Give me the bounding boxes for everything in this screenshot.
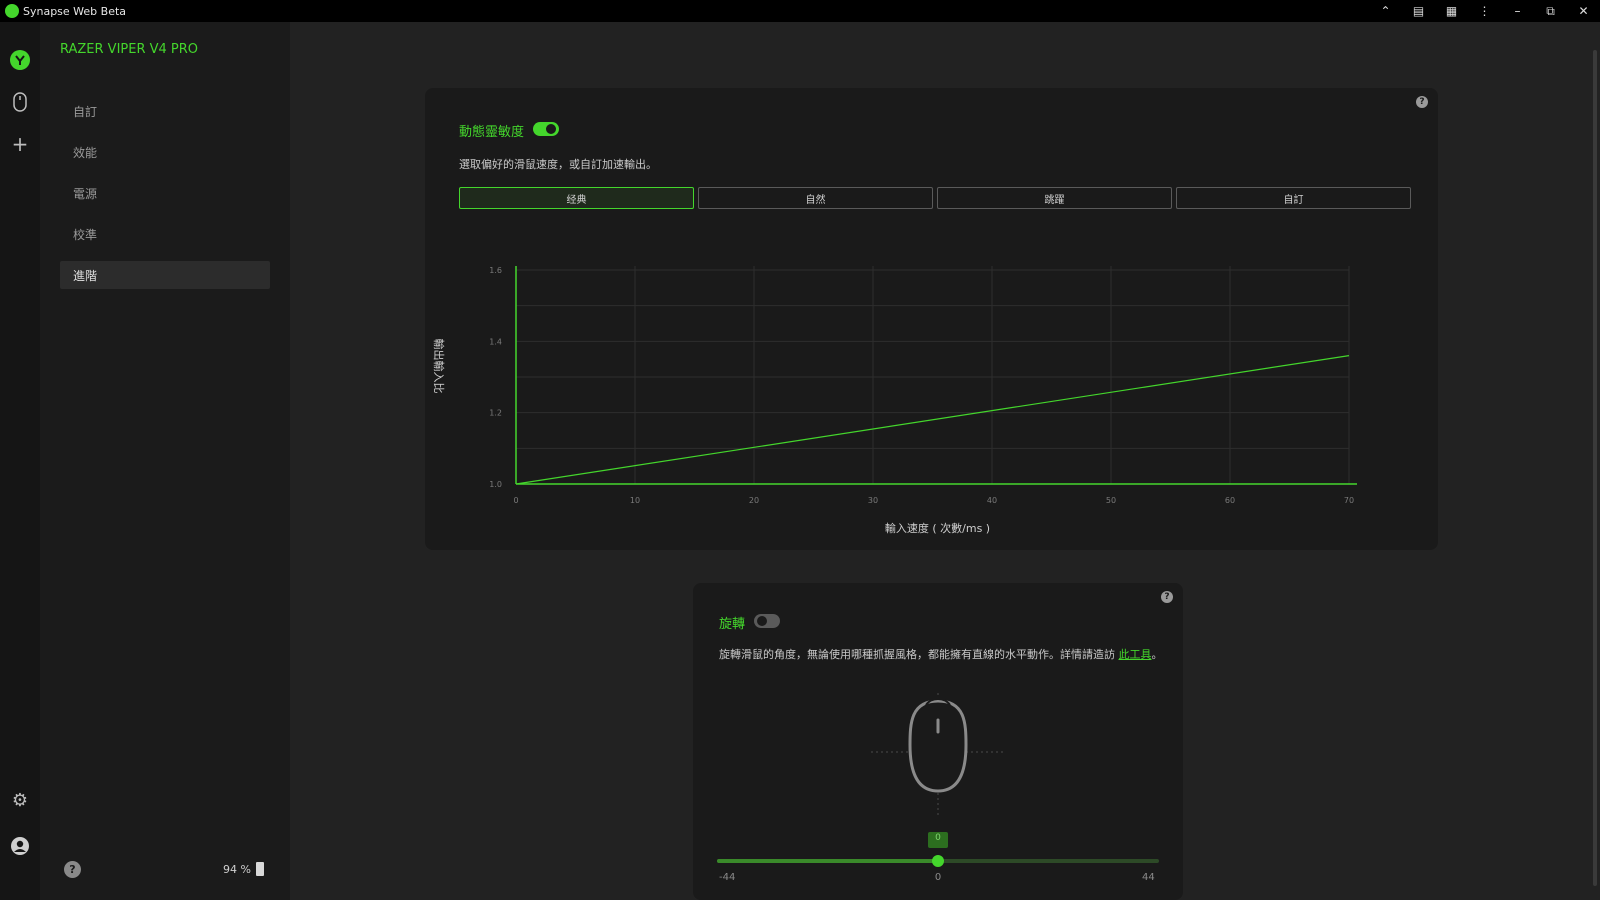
sensitivity-card: ? 動態靈敏度 選取偏好的滑鼠速度，或自訂加速輸出。 经典 自然 跳躍 自訂 0… <box>425 88 1438 550</box>
y-tick-label: 1.0 <box>489 480 502 489</box>
battery-level: 94 % <box>223 862 251 876</box>
mouse-device-icon[interactable] <box>8 90 32 114</box>
preset-jump-button[interactable]: 跳躍 <box>937 187 1172 209</box>
add-device-icon[interactable]: + <box>8 132 32 156</box>
window-controls: ⌃ ▤ ▦ ⋮ – ⧉ ✕ <box>1369 0 1600 22</box>
avatar[interactable] <box>8 834 32 858</box>
help-icon[interactable]: ? <box>64 861 81 878</box>
translate-icon[interactable]: ▤ <box>1402 0 1435 22</box>
x-tick-label: 30 <box>868 496 878 505</box>
x-tick-label: 50 <box>1106 496 1116 505</box>
preset-classic-button[interactable]: 经典 <box>459 187 694 209</box>
x-axis-label: 輸入速度 ( 次數/ms ) <box>885 521 990 535</box>
sensitivity-title: 動態靈敏度 <box>459 125 525 140</box>
sidebar-item-customize[interactable]: 自訂 <box>60 97 270 125</box>
main-content: ? 動態靈敏度 選取偏好的滑鼠速度，或自訂加速輸出。 经典 自然 跳躍 自訂 0… <box>290 22 1600 900</box>
more-options-icon[interactable]: ⋮ <box>1468 0 1501 22</box>
slider-value: 0 <box>935 833 941 843</box>
x-tick-label: 60 <box>1225 496 1235 505</box>
y-tick-label: 1.4 <box>489 337 502 346</box>
sidebar-item-calibration[interactable]: 校準 <box>60 220 270 248</box>
x-tick-label: 10 <box>630 496 640 505</box>
sidebar: RAZER VIPER V4 PRO 自訂 效能 電源 校準 進階 ? 94 % <box>40 22 290 900</box>
slider-max-label: 44 <box>1142 872 1155 883</box>
razer-logo-icon[interactable] <box>8 48 32 72</box>
rotation-card: ? 旋轉 旋轉滑鼠的角度，無論使用哪種抓握風格，都能擁有直線的水平動作。詳情請造… <box>693 583 1183 900</box>
sidebar-item-performance[interactable]: 效能 <box>60 138 270 166</box>
sensitivity-description: 選取偏好的滑鼠速度，或自訂加速輸出。 <box>459 158 657 171</box>
restore-icon[interactable]: ⧉ <box>1534 0 1567 22</box>
battery-status: 94 % <box>223 862 264 876</box>
window-title: Synapse Web Beta <box>23 4 127 18</box>
x-tick-label: 0 <box>513 496 518 505</box>
app-logo-icon <box>5 4 19 18</box>
device-name: RAZER VIPER V4 PRO <box>60 42 199 57</box>
help-icon[interactable]: ? <box>1416 96 1428 108</box>
gear-icon[interactable]: ⚙ <box>8 788 32 812</box>
y-axis-label: 輸出輸入比 <box>432 339 446 394</box>
x-tick-label: 20 <box>749 496 759 505</box>
series-line-0 <box>515 355 1350 485</box>
preset-natural-button[interactable]: 自然 <box>698 187 933 209</box>
chevron-up-icon[interactable]: ⌃ <box>1369 0 1402 22</box>
extensions-icon[interactable]: ▦ <box>1435 0 1468 22</box>
sensitivity-toggle[interactable] <box>533 122 559 136</box>
sidebar-item-advanced[interactable]: 進階 <box>60 261 270 289</box>
scrollbar[interactable] <box>1593 50 1597 886</box>
slider-mid-label: 0 <box>934 872 942 883</box>
rotation-slider[interactable] <box>693 583 1183 900</box>
x-tick-label: 70 <box>1344 496 1354 505</box>
battery-icon <box>256 862 264 876</box>
icon-rail: + ⚙ <box>0 22 40 900</box>
x-tick-label: 40 <box>987 496 997 505</box>
slider-min-label: -44 <box>719 872 736 883</box>
sidebar-item-power[interactable]: 電源 <box>60 179 270 207</box>
y-tick-label: 1.6 <box>489 266 502 275</box>
title-bar: Synapse Web Beta ⌃ ▤ ▦ ⋮ – ⧉ ✕ <box>0 0 1600 22</box>
preset-custom-button[interactable]: 自訂 <box>1176 187 1411 209</box>
minimize-icon[interactable]: – <box>1501 0 1534 22</box>
y-tick-label: 1.2 <box>489 409 502 418</box>
close-icon[interactable]: ✕ <box>1567 0 1600 22</box>
